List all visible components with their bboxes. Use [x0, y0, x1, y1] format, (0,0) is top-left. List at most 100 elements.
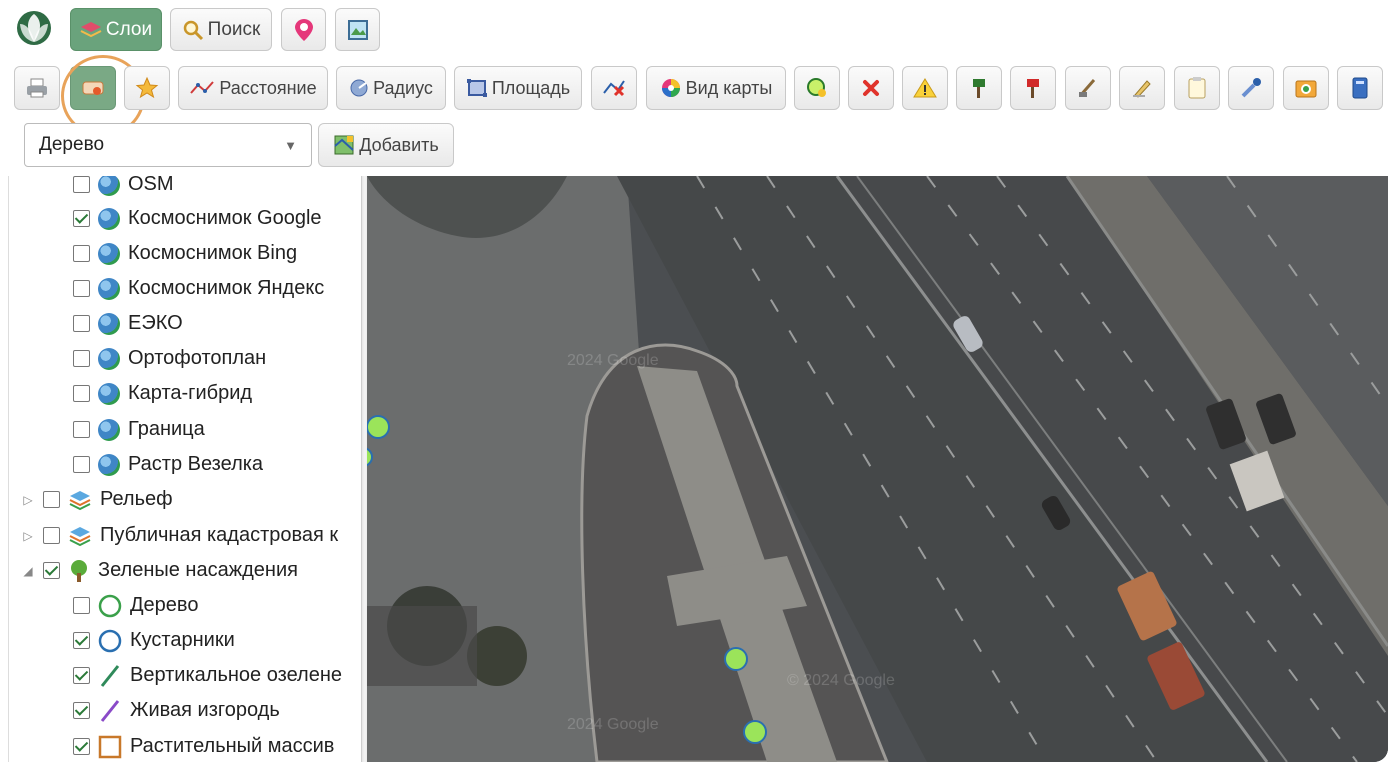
checkbox[interactable]: [73, 176, 90, 193]
tree-item-label: ЕЭКО: [128, 312, 183, 334]
tree-item-label: Дерево: [130, 594, 199, 616]
area-button[interactable]: Площадь: [454, 66, 582, 110]
tree-item-hybrid[interactable]: Карта-гибрид: [73, 376, 252, 411]
delete-button[interactable]: [848, 66, 894, 110]
clear-measure-icon: [603, 80, 625, 97]
search-button[interactable]: Поиск: [170, 8, 272, 51]
clipboard-icon: [1188, 77, 1206, 99]
layers-stack-icon: [69, 526, 91, 546]
layers-button[interactable]: Слои: [70, 8, 162, 51]
favorites-button[interactable]: [124, 66, 170, 110]
pencil-tool-button[interactable]: [1119, 66, 1165, 110]
checkbox[interactable]: [73, 702, 90, 719]
expand-icon[interactable]: ▷: [21, 529, 35, 543]
clipboard-button[interactable]: [1174, 66, 1220, 110]
checkbox[interactable]: [73, 245, 90, 262]
checkbox[interactable]: [73, 350, 90, 367]
checkbox[interactable]: [73, 315, 90, 332]
flag-red-button[interactable]: [1010, 66, 1056, 110]
book-button[interactable]: [1337, 66, 1383, 110]
globe-icon: [98, 453, 120, 476]
tree-item-label: OSM: [128, 176, 174, 195]
tree-item-yandex[interactable]: Космоснимок Яндекс: [73, 271, 324, 306]
tree-item-osm[interactable]: OSM: [73, 176, 174, 202]
tree-item-massif[interactable]: Растительный массив: [73, 729, 334, 762]
expand-icon[interactable]: ▷: [21, 493, 35, 507]
marker-button[interactable]: [281, 8, 326, 51]
pipette-icon: [1241, 78, 1261, 98]
app-logo-icon: [17, 11, 51, 45]
map-watermark: © 2024 Google: [787, 672, 895, 689]
tree-item-bing[interactable]: Космоснимок Bing: [73, 236, 297, 271]
tree-group-green[interactable]: ◢ Зеленые насаждения: [21, 553, 298, 588]
print-button[interactable]: [14, 66, 60, 110]
add-layer-button[interactable]: Добавить: [318, 123, 454, 167]
satellite-map[interactable]: © 2024 Google 2024 Google 2024 Google: [367, 176, 1388, 762]
checkbox[interactable]: [73, 738, 90, 755]
tree-group-cadastre[interactable]: ▷ Публичная кадастровая к: [21, 518, 338, 553]
printer-icon: [27, 78, 47, 98]
tree-item-label: Ортофотоплан: [128, 347, 267, 369]
warning-button[interactable]: [902, 66, 948, 110]
layer-select[interactable]: Дерево ▼: [24, 123, 312, 167]
checkbox[interactable]: [73, 421, 90, 438]
globe-icon: [98, 418, 120, 441]
tree-item-orthophoto[interactable]: Ортофотоплан: [73, 341, 266, 376]
tree-item-raster[interactable]: Растр Везелка: [73, 447, 263, 482]
checkbox[interactable]: [73, 667, 90, 684]
checkbox[interactable]: [73, 210, 90, 227]
collapse-icon[interactable]: ◢: [21, 564, 35, 578]
checkbox[interactable]: [73, 597, 90, 614]
tree-item-eeko[interactable]: ЕЭКО: [73, 306, 183, 341]
color-wheel-icon: [661, 79, 680, 97]
map-point[interactable]: [724, 647, 748, 671]
tree-item-shrubs[interactable]: Кустарники: [73, 623, 235, 658]
checkbox[interactable]: [73, 456, 90, 473]
add-object-button[interactable]: [794, 66, 840, 110]
checkbox[interactable]: [73, 632, 90, 649]
map-point[interactable]: [743, 720, 767, 744]
tree-group-label: Зеленые насаждения: [98, 559, 298, 581]
tree-group-label: Публичная кадастровая к: [100, 524, 339, 546]
layers-icon: [80, 21, 102, 37]
flag-green-icon: [973, 79, 985, 98]
tree-item-border[interactable]: Граница: [73, 412, 205, 447]
checkbox[interactable]: [43, 491, 60, 508]
edit-tool-button[interactable]: [1065, 66, 1111, 110]
add-map-icon: [334, 135, 354, 155]
globe-icon: [98, 242, 120, 265]
checkbox[interactable]: [43, 527, 60, 544]
tree-item-tree[interactable]: Дерево: [73, 588, 198, 623]
radius-label: Радиус: [373, 77, 433, 98]
tree-item-label: Живая изгородь: [130, 699, 280, 721]
map-view-button[interactable]: Вид карты: [646, 66, 786, 110]
distance-button[interactable]: Расстояние: [178, 66, 328, 110]
tree-item-label: Космоснимок Bing: [128, 242, 298, 264]
tree-item-hedge[interactable]: Живая изгородь: [73, 693, 280, 728]
photo-button[interactable]: [1283, 66, 1329, 110]
tree-item-label: Вертикальное озелене: [130, 664, 342, 686]
flag-green-button[interactable]: [956, 66, 1002, 110]
distance-icon: [190, 81, 215, 94]
line-green-icon: [100, 664, 120, 687]
checkbox[interactable]: [43, 562, 60, 579]
map-export-button[interactable]: [335, 8, 380, 51]
checkbox[interactable]: [73, 385, 90, 402]
pipette-button[interactable]: [1228, 66, 1274, 110]
map-pin-icon: [294, 18, 313, 41]
area-label: Площадь: [491, 77, 571, 98]
clear-measure-button[interactable]: [591, 66, 637, 110]
book-icon: [1352, 77, 1368, 99]
globe-icon: [98, 347, 120, 370]
radius-button[interactable]: Радиус: [336, 66, 446, 110]
map-point[interactable]: [367, 415, 390, 439]
tree-item-google[interactable]: Космоснимок Google: [73, 201, 322, 236]
checkbox[interactable]: [73, 280, 90, 297]
photo-icon: [1295, 80, 1317, 98]
chevron-down-icon: ▼: [284, 137, 297, 153]
tree-group-relief[interactable]: ▷ Рельеф: [21, 482, 173, 517]
tree-item-vertical[interactable]: Вертикальное озелене: [73, 658, 342, 693]
brush-icon: [1078, 79, 1096, 97]
globe-icon: [98, 277, 120, 300]
tree-group-label: Рельеф: [100, 488, 173, 510]
